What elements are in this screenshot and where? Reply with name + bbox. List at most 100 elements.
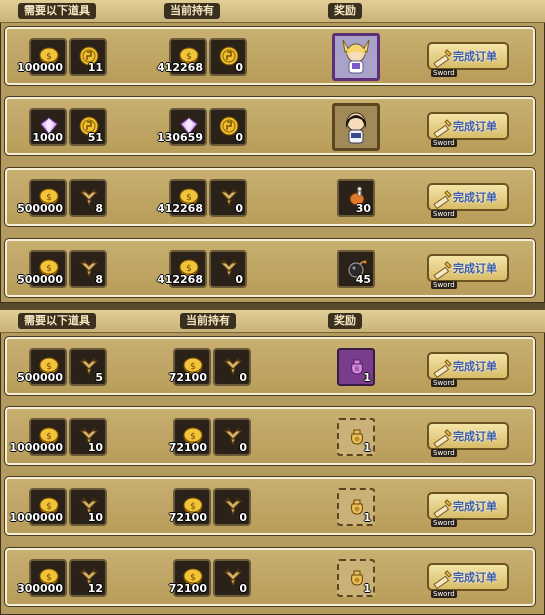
reward-quantity: 1 [363,441,371,454]
item-quantity: 0 [235,131,243,144]
item-slot[interactable]: $500000 [17,250,67,288]
reward-slot[interactable] [332,103,380,151]
complete-order-label: 完成订单 [453,500,497,513]
item-slot[interactable]: $1000000 [9,488,67,526]
item-quantity: 0 [235,273,243,286]
required-items-header: 需要以下道具 [18,3,96,19]
item-slot[interactable]: 51 [69,108,107,146]
order-row: $1000000 10 $72100 0 1 完成订单 Sword [4,476,536,536]
complete-order-button[interactable]: 完成订单 Sword [427,563,509,598]
item-quantity: 8 [95,273,103,286]
item-quantity: 5 [95,371,103,384]
pencil-icon [431,356,453,379]
item-slot[interactable]: 5 [69,348,107,386]
reward-slot[interactable]: 1 [337,418,375,456]
item-slot[interactable]: 0 [213,418,251,456]
complete-order-button[interactable]: 完成订单 Sword [427,112,509,147]
item-slot[interactable]: $1000000 [9,418,67,456]
item-slot[interactable]: 1000 [29,108,67,146]
item-slot[interactable]: 0 [209,179,247,217]
item-quantity: 8 [95,202,103,215]
reward-slot[interactable]: B1 [337,348,375,386]
item-slot[interactable]: $412268 [157,38,207,76]
item-slot[interactable]: 0 [209,108,247,146]
item-slot[interactable]: $100000 [17,38,67,76]
reward-header: 奖励 [328,3,362,19]
complete-order-label: 完成订单 [453,120,497,133]
fox-girl-character-icon [335,36,377,78]
item-quantity: 1000000 [9,511,63,524]
item-slot[interactable]: 130659 [157,108,207,146]
item-slot[interactable]: 10 [69,488,107,526]
item-slot[interactable]: 0 [209,250,247,288]
panel-header: 需要以下道具 当前持有 奖励 [0,0,545,23]
item-quantity: 1000 [32,131,63,144]
item-quantity: 72100 [168,511,207,524]
item-slot[interactable]: 12 [69,559,107,597]
item-slot[interactable]: 11 [69,38,107,76]
complete-order-label: 完成订单 [453,360,497,373]
order-row: $500000 5 $72100 0 B 1 完成订单 Sword [4,336,536,396]
item-quantity: 412268 [157,61,203,74]
item-slot[interactable]: $412268 [157,179,207,217]
reward-slot[interactable]: 1 [337,559,375,597]
reward-slot[interactable] [332,33,380,81]
reward-quantity: 30 [355,202,371,215]
sword-tag: Sword [431,69,457,77]
item-quantity: 412268 [157,273,203,286]
item-slot[interactable]: $72100 [169,418,211,456]
item-slot[interactable]: 0 [213,488,251,526]
item-quantity: 130659 [157,131,203,144]
item-slot[interactable]: 0 [209,38,247,76]
pencil-icon [431,46,453,69]
pencil-icon [431,258,453,281]
item-quantity: 0 [239,371,247,384]
item-slot[interactable]: 10 [69,418,107,456]
item-quantity: 300000 [17,582,63,595]
item-slot[interactable]: $500000 [17,348,67,386]
item-quantity: 0 [235,61,243,74]
item-slot[interactable]: $72100 [169,559,211,597]
item-quantity: 0 [239,582,247,595]
item-slot[interactable]: 0 [213,559,251,597]
item-slot[interactable]: 8 [69,250,107,288]
item-slot[interactable]: $500000 [17,179,67,217]
sword-tag: Sword [431,379,457,387]
complete-order-button[interactable]: 完成订单 Sword [427,352,509,387]
item-quantity: 0 [235,202,243,215]
pencil-icon [431,496,453,519]
sword-tag: Sword [431,449,457,457]
item-slot[interactable]: 0 [213,348,251,386]
pencil-icon [431,567,453,590]
item-quantity: 72100 [168,441,207,454]
complete-order-button[interactable]: 完成订单 Sword [427,183,509,218]
reward-slot[interactable]: 1 [337,488,375,526]
current-holdings-header: 当前持有 [164,3,220,19]
item-quantity: 500000 [17,371,63,384]
order-row: 1000 51 130659 0 完成订单 Sword [4,96,536,156]
item-slot[interactable]: $300000 [17,559,67,597]
item-quantity: 0 [239,511,247,524]
complete-order-button[interactable]: 完成订单 Sword [427,422,509,457]
pencil-icon [431,426,453,449]
dark-hair-character-icon [335,106,377,148]
sword-tag: Sword [431,139,457,147]
item-slot[interactable]: $412268 [157,250,207,288]
complete-order-button[interactable]: 完成订单 Sword [427,42,509,77]
reward-quantity: 1 [363,371,371,384]
required-items-header: 需要以下道具 [18,313,96,329]
complete-order-button[interactable]: 完成订单 Sword [427,254,509,289]
item-slot[interactable]: 8 [69,179,107,217]
item-slot[interactable]: $72100 [169,348,211,386]
item-slot[interactable]: $72100 [169,488,211,526]
complete-order-button[interactable]: 完成订单 Sword [427,492,509,527]
panel-header: 需要以下道具 当前持有 奖励 [0,310,545,333]
reward-slot[interactable]: 45 [337,250,375,288]
complete-order-label: 完成订单 [453,430,497,443]
complete-order-label: 完成订单 [453,571,497,584]
reward-slot[interactable]: 30 [337,179,375,217]
item-quantity: 72100 [168,582,207,595]
order-panel-2: 需要以下道具 当前持有 奖励 $500000 5 $72100 0 B 1 完成订单 Swor… [0,310,545,615]
pencil-icon [431,187,453,210]
pencil-icon [431,116,453,139]
